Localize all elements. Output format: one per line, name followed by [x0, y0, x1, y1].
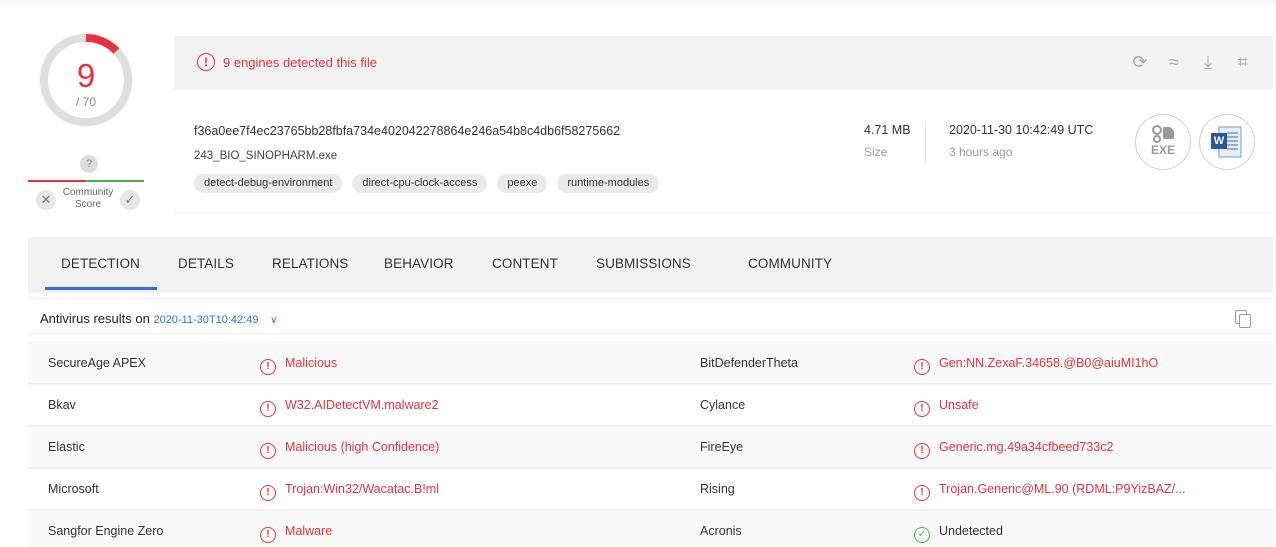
file-hash[interactable]: f36a0ee7f4ec23765bb28fbfa734e40204227886… [194, 124, 620, 138]
engine-name: Elastic [48, 440, 85, 454]
alert-icon: ! [260, 359, 276, 375]
verdict-label: Malicious (high Confidence) [285, 440, 440, 454]
graph-icon[interactable]: ⌗ [1231, 50, 1255, 74]
engine-verdict: ! Malware [260, 524, 332, 543]
table-row: Elastic! Malicious (high Confidence) FireE… [28, 426, 1273, 468]
engine-verdict: ! Generic.mg.49a34cfbeed733c2 [914, 440, 1113, 459]
community-score-label: Community Score [58, 187, 118, 211]
verdict-label: Trojan:Win32/Wacatac.B!ml [285, 482, 439, 496]
alert-icon: ! [197, 53, 215, 71]
verdict-label: Malware [285, 524, 333, 538]
detection-banner: ! 9 engines detected this file ⟳ ≈ ⤓ ⌗ [174, 36, 1273, 90]
engine-verdict: ! W32.AIDetectVM.malware2 [260, 398, 439, 417]
engine-total: / 70 [75, 95, 96, 109]
engine-name: FireEye [700, 440, 744, 454]
alert-icon: ! [260, 401, 276, 417]
file-size-value: 4.71 MB [864, 123, 911, 137]
word-file-type-icon: W [1199, 114, 1255, 170]
exe-file-type-icon: EXE [1135, 114, 1191, 170]
tag-chip[interactable]: peexe [497, 174, 548, 193]
engine-name: Microsoft [48, 482, 99, 496]
word-type-label: W [1213, 135, 1225, 147]
file-info-panel: f36a0ee7f4ec23765bb28fbfa734e40204227886… [174, 91, 1273, 213]
detections-table: SecureAge APEX! Malicious BitDefenderTheta… [28, 342, 1273, 547]
community-label-line1: Community [62, 187, 114, 198]
engine-verdict: ✓ Undetected [914, 524, 1003, 543]
check-icon: ✓ [914, 527, 930, 543]
exe-type-label: EXE [1150, 143, 1175, 157]
vote-harmless-button[interactable]: ✓ [120, 190, 140, 210]
top-divider [0, 0, 1276, 10]
verdict-label: Trojan.Generic@ML.90 (RDML:P9YizBAZ/... [939, 482, 1186, 496]
alert-icon: ! [260, 443, 276, 459]
file-name: 243_BIO_SINOPHARM.exe [194, 150, 338, 162]
engine-name: BitDefenderTheta [700, 356, 798, 370]
engine-verdict: ! Malicious [260, 356, 337, 375]
results-heading: Antivirus results on 2020-11-30T10:42:49… [40, 311, 277, 326]
table-row: SecureAge APEX! Malicious BitDefenderTheta… [28, 342, 1273, 384]
tab-detection[interactable]: DETECTION [61, 256, 140, 271]
community-label-line2: Score [74, 199, 102, 210]
engine-name: Bkav [48, 398, 76, 412]
copy-icon[interactable] [1235, 310, 1251, 328]
chevron-down-icon[interactable]: ∨ [270, 315, 277, 326]
results-date-selector[interactable]: 2020-11-30T10:42:49 [153, 314, 258, 326]
tag-chip[interactable]: detect-debug-environment [194, 174, 343, 193]
table-row: Sangfor Engine Zero! Malware Acronis ✓ Undet… [28, 510, 1273, 547]
alert-icon: ! [914, 401, 930, 417]
engine-name: Rising [700, 482, 735, 496]
verdict-label: W32.AIDetectVM.malware2 [285, 398, 439, 412]
info-divider [925, 121, 926, 163]
community-score-bar [28, 180, 144, 182]
detection-score-widget: 9 / 70 ? ✕ Community Score ✓ [28, 30, 144, 216]
tag-chip[interactable]: direct-cpu-clock-access [352, 174, 488, 193]
engine-verdict: ! Trojan.Generic@ML.90 (RDML:P9YizBAZ/... [914, 482, 1186, 501]
vote-harmful-button[interactable]: ✕ [36, 190, 56, 210]
tab-community[interactable]: COMMUNITY [748, 256, 832, 271]
engine-name: Acronis [700, 524, 742, 538]
file-size-label: Size [864, 145, 888, 159]
engine-name: Cylance [700, 398, 746, 412]
verdict-label: Generic.mg.49a34cfbeed733c2 [939, 440, 1114, 454]
analysis-relative-date: 3 hours ago [949, 145, 1013, 159]
verdict-label: Gen:NN.ZexaF.34658.@B0@aiuMI1hO [939, 356, 1159, 370]
verdict-label: Unsafe [939, 398, 979, 412]
antivirus-results-header: Antivirus results on 2020-11-30T10:42:49… [28, 298, 1273, 334]
active-tab-indicator [45, 287, 157, 290]
tab-relations[interactable]: RELATIONS [272, 256, 348, 271]
engine-name: SecureAge APEX [48, 356, 146, 370]
alert-icon: ! [914, 485, 930, 501]
verdict-label: Undetected [939, 524, 1003, 538]
report-tabs: DETECTION DETAILS RELATIONS BEHAVIOR CON… [28, 237, 1273, 293]
alert-icon: ! [914, 359, 930, 375]
engine-name: Sangfor Engine Zero [48, 524, 164, 538]
alert-icon: ! [260, 527, 276, 543]
engine-verdict: ! Trojan:Win32/Wacatac.B!ml [260, 482, 439, 501]
analysis-date: 2020-11-30 10:42:49 UTC [949, 123, 1094, 137]
engine-verdict: ! Unsafe [914, 398, 979, 417]
results-label: Antivirus results on [40, 311, 150, 326]
tag-chip[interactable]: runtime-modules [557, 174, 660, 193]
engine-verdict: ! Malicious (high Confidence) [260, 440, 439, 459]
reanalyze-icon[interactable]: ⟳ [1128, 50, 1152, 74]
tab-details[interactable]: DETAILS [178, 256, 234, 271]
alert-icon: ! [914, 443, 930, 459]
verdict-label: Malicious [285, 356, 338, 370]
tab-behavior[interactable]: BEHAVIOR [384, 256, 454, 271]
community-score-unknown-icon: ? [80, 155, 98, 173]
download-icon[interactable]: ⤓ [1196, 50, 1220, 74]
alert-icon: ! [260, 485, 276, 501]
similar-files-icon[interactable]: ≈ [1162, 50, 1186, 74]
table-row: Bkav! W32.AIDetectVM.malware2 Cylance! Unsa… [28, 384, 1273, 426]
tab-content[interactable]: CONTENT [492, 256, 558, 271]
engine-verdict: ! Gen:NN.ZexaF.34658.@B0@aiuMI1hO [914, 356, 1158, 375]
file-tags: detect-debug-environment direct-cpu-cloc… [194, 174, 660, 193]
tab-submissions[interactable]: SUBMISSIONS [596, 256, 691, 271]
detection-message: 9 engines detected this file [223, 55, 377, 70]
table-row: Microsoft! Trojan:Win32/Wacatac.B!ml Risin… [28, 468, 1273, 510]
detected-count: 9 [76, 57, 96, 94]
